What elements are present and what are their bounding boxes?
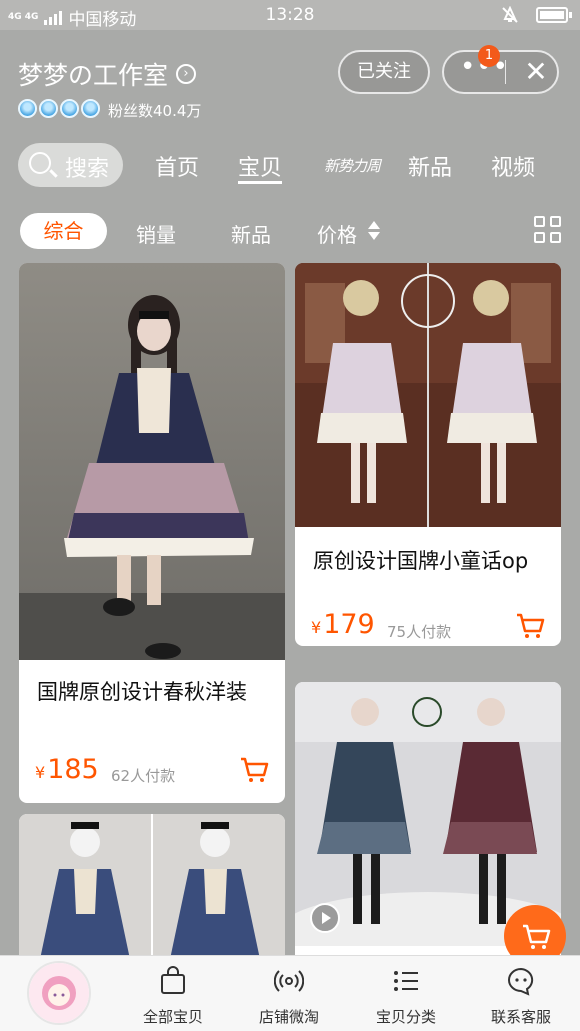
status-right [500, 6, 572, 24]
shop-avatar[interactable] [27, 961, 91, 1025]
customer-service-label: 联系客服 [490, 1008, 551, 1026]
product-card[interactable]: 国牌原创设计春秋洋装 ¥185 62人付款 [19, 263, 285, 803]
product-card[interactable]: 原创设计国牌小童话op ¥179 75人付款 [295, 263, 561, 646]
chat-icon [508, 967, 534, 996]
search-label: 搜索 [65, 157, 110, 182]
shop-feed-label: 店铺微淘 [258, 1008, 319, 1026]
grid-view-icon[interactable] [534, 216, 562, 244]
categories-label: 宝贝分类 [375, 1008, 436, 1026]
cart-icon[interactable] [239, 756, 269, 784]
shop-rating-crowns [18, 99, 100, 118]
product-card[interactable] [19, 814, 285, 964]
avatar-illustration [29, 963, 89, 1023]
search-icon [29, 152, 51, 174]
sort-sales[interactable]: 销量 [136, 219, 176, 248]
sort-price[interactable]: 价格 [317, 219, 357, 248]
notification-badge: 1 [478, 45, 500, 67]
tab-products[interactable]: 宝贝 [238, 150, 283, 184]
customer-service-button[interactable]: 联系客服 [471, 956, 571, 1031]
status-bar: 4G 4G 中国移动 13:28 [0, 0, 580, 30]
shop-name-label: 梦梦の工作室 [18, 61, 169, 90]
product-price: ¥179 [311, 609, 375, 640]
cart-icon [523, 924, 551, 949]
sort-new[interactable]: 新品 [231, 219, 271, 248]
price-value: 179 [323, 609, 375, 640]
product-title: 国牌原创设计春秋洋装 [37, 680, 247, 704]
search-button[interactable]: 搜索 [18, 143, 123, 187]
chevron-right-icon: › [176, 64, 197, 84]
sort-comprehensive[interactable]: 综合 [20, 213, 107, 249]
crown-icon [39, 99, 58, 118]
currency-symbol: ¥ [35, 763, 46, 782]
crown-icon [60, 99, 79, 118]
currency-symbol: ¥ [311, 618, 322, 637]
paid-count: 62人付款 [111, 767, 176, 785]
all-products-label: 全部宝贝 [142, 1008, 203, 1026]
play-icon[interactable] [309, 902, 341, 934]
close-icon[interactable]: ✕ [516, 52, 556, 92]
tab-new-power-week[interactable]: 新势力周 [324, 155, 381, 176]
crown-icon [18, 99, 37, 118]
tab-home[interactable]: 首页 [155, 150, 199, 182]
follow-button[interactable]: 已关注 [338, 50, 430, 94]
fans-count: 粉丝数40.4万 [108, 102, 202, 120]
bottom-toolbar: 全部宝贝 店铺微淘 宝贝分类 联系客服 [0, 955, 580, 1031]
product-price: ¥185 [35, 754, 99, 785]
clock: 13:28 [265, 5, 315, 25]
battery-icon [536, 7, 572, 23]
shop-feed-button[interactable]: 店铺微淘 [239, 956, 339, 1031]
broadcast-icon [274, 970, 304, 992]
product-image [295, 263, 561, 527]
paid-count: 75人付款 [387, 623, 452, 641]
all-products-button[interactable]: 全部宝贝 [123, 956, 223, 1031]
product-image [19, 263, 285, 660]
cart-icon[interactable] [515, 612, 545, 640]
tab-video[interactable]: 视频 [491, 150, 535, 182]
divider [505, 60, 506, 84]
categories-button[interactable]: 宝贝分类 [356, 956, 456, 1031]
tab-new-arrivals[interactable]: 新品 [408, 150, 452, 182]
product-title: 原创设计国牌小童话op [313, 549, 529, 573]
crown-icon [81, 99, 100, 118]
shop-name[interactable]: 梦梦の工作室 › [18, 56, 197, 92]
sort-arrows-icon [368, 219, 380, 243]
bell-muted-icon [502, 6, 518, 23]
price-value: 185 [47, 754, 99, 785]
capsule-menu: ••• ✕ [442, 50, 559, 94]
shopping-bag-icon [161, 966, 185, 994]
product-image [19, 814, 285, 964]
list-icon [394, 971, 418, 991]
